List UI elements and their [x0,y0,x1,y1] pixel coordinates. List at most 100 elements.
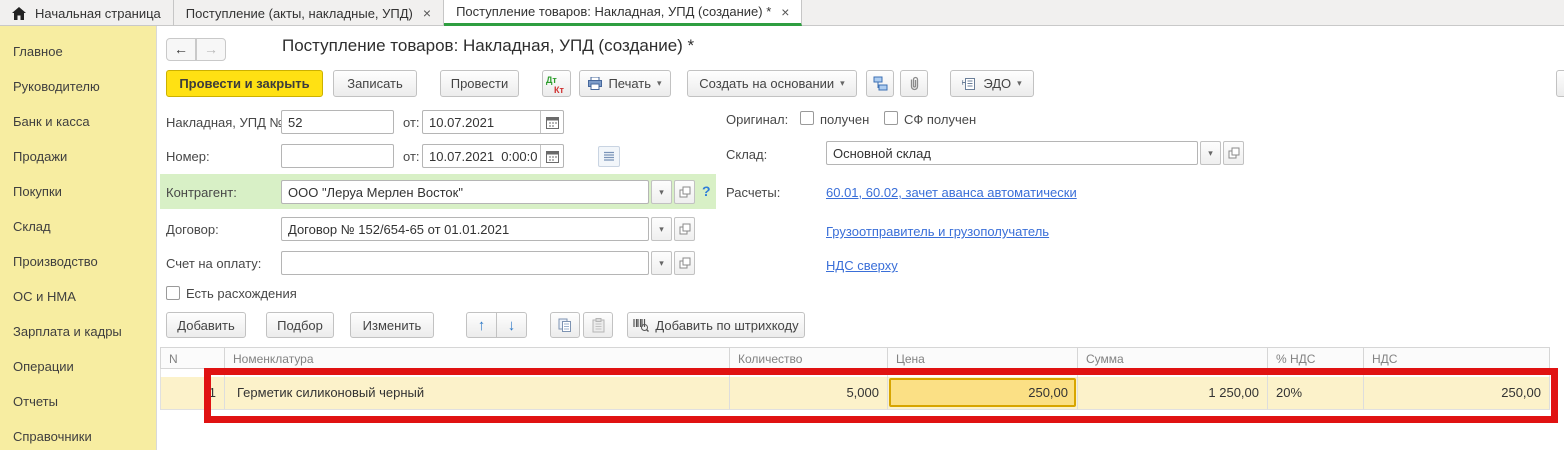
contractor-input[interactable] [281,180,649,204]
cell-row-number[interactable]: 1 [160,377,225,410]
number-input[interactable] [281,144,394,168]
copy-rows-button[interactable] [550,312,580,338]
sidebar-item-prodazhi[interactable]: Продажи [0,139,156,174]
sidebar-item-operacii[interactable]: Операции [0,349,156,384]
tab-bar: Начальная страница Поступление (акты, на… [0,0,1564,26]
cell-quantity[interactable]: 5,000 [730,377,888,410]
settlements-link[interactable]: 60.01, 60.02, зачет аванса автоматически [826,185,1077,200]
tab-label: Начальная страница [35,6,161,21]
contractor-open-button[interactable] [674,180,695,204]
original-label: Оригинал: [726,112,788,127]
warehouse-dropdown-button[interactable]: ▾ [1200,141,1221,165]
arrow-down-icon: ↓ [508,317,516,334]
paste-rows-button[interactable] [583,312,613,338]
table-row[interactable]: 1 Герметик силиконовый черный 5,000 250,… [160,377,1550,410]
discrepancies-checkbox[interactable] [166,286,180,300]
column-header-n[interactable]: N [160,347,225,369]
dt-kt-postings-button[interactable]: Дт Кт [542,70,571,97]
cell-sum[interactable]: 1 250,00 [1078,377,1268,410]
add-row-button[interactable]: Добавить [166,312,246,338]
column-header-vat-rate[interactable]: % НДС [1268,347,1364,369]
cell-nomenclature[interactable]: Герметик силиконовый черный [225,377,730,410]
tab-label: Поступление (акты, накладные, УПД) [186,6,413,21]
sf-received-checkbox[interactable] [884,111,898,125]
print-button[interactable]: Печать ▾ [579,70,671,97]
forward-button[interactable]: → [196,38,226,61]
invoice-no-input[interactable] [281,110,394,134]
chevron-down-icon: ▾ [659,258,664,269]
home-icon [12,7,26,20]
pick-button[interactable]: Подбор [266,312,334,338]
attachments-button[interactable] [900,70,928,97]
save-button[interactable]: Записать [333,70,417,97]
cell-price[interactable]: 250,00 [888,377,1078,410]
more-actions-button-partial[interactable] [1556,70,1564,97]
original-received-checkbox[interactable] [800,111,814,125]
invoice-for-payment-open-button[interactable] [674,251,695,275]
invoice-for-payment-input[interactable] [281,251,649,275]
table-header-row: N Номенклатура Количество Цена Сумма % Н… [160,347,1550,369]
report-structure-button[interactable] [866,70,894,97]
paste-icon [592,318,605,333]
contractor-dropdown-button[interactable]: ▾ [651,180,672,204]
calendar-icon[interactable] [540,111,563,133]
chevron-down-icon: ▾ [1208,148,1213,159]
printer-icon [588,77,602,90]
add-by-barcode-button[interactable]: Добавить по штрихкоду [627,312,805,338]
tab-postuplenie-list[interactable]: Поступление (акты, накладные, УПД) × [174,0,444,26]
sidebar-item-os-i-nma[interactable]: ОС и НМА [0,279,156,314]
sidebar-item-pokupki[interactable]: Покупки [0,174,156,209]
tab-postuplenie-tovarov[interactable]: Поступление товаров: Накладная, УПД (соз… [444,0,802,26]
edo-button[interactable]: ЭДО ▾ [950,70,1034,97]
cell-vat[interactable]: 250,00 [1364,377,1550,410]
move-down-button[interactable]: ↓ [496,312,527,338]
copy-icon [558,318,572,333]
table-subheader-strip [160,369,1550,377]
sidebar-item-spravochniki[interactable]: Справочники [0,419,156,454]
column-header-quantity[interactable]: Количество [730,347,888,369]
warehouse-input[interactable] [826,141,1198,165]
edit-button[interactable]: Изменить [350,312,434,338]
contract-input[interactable] [281,217,649,241]
invoice-for-payment-dropdown-button[interactable]: ▾ [651,251,672,275]
from-label: от: [403,149,420,164]
column-header-sum[interactable]: Сумма [1078,347,1268,369]
help-icon[interactable]: ? [702,183,711,199]
back-button[interactable]: ← [166,38,196,61]
post-button[interactable]: Провести [440,70,519,97]
settlements-label: Расчеты: [726,185,780,200]
column-header-price[interactable]: Цена [888,347,1078,369]
tab-home[interactable]: Начальная страница [0,0,174,26]
number-label: Номер: [166,149,210,164]
discrepancies-label: Есть расхождения [186,286,297,301]
contract-open-button[interactable] [674,217,695,241]
document-list-icon[interactable] [598,146,620,167]
selected-cell-price[interactable]: 250,00 [889,378,1076,407]
structure-icon [873,76,888,91]
invoice-no-label: Накладная, УПД №: [166,115,287,130]
chevron-down-icon: ▾ [1017,78,1022,89]
contract-dropdown-button[interactable]: ▾ [651,217,672,241]
move-up-button[interactable]: ↑ [466,312,497,338]
sidebar-item-proizvodstvo[interactable]: Производство [0,244,156,279]
sidebar-item-bank-i-kassa[interactable]: Банк и касса [0,104,156,139]
calendar-icon[interactable] [540,145,563,167]
column-header-nomenclature[interactable]: Номенклатура [225,347,730,369]
chevron-down-icon: ▾ [659,224,664,235]
close-icon[interactable]: × [423,5,431,21]
create-based-on-button[interactable]: Создать на основании ▾ [687,70,857,97]
sidebar-item-zarplata-i-kadry[interactable]: Зарплата и кадры [0,314,156,349]
sidebar-item-glavnoe[interactable]: Главное [0,34,156,69]
vat-on-top-link[interactable]: НДС сверху [826,258,898,273]
sidebar-item-otchety[interactable]: Отчеты [0,384,156,419]
close-icon[interactable]: × [781,4,789,20]
post-and-close-button[interactable]: Провести и закрыть [166,70,323,97]
sidebar-item-sklad[interactable]: Склад [0,209,156,244]
consignor-consignee-link[interactable]: Грузоотправитель и грузополучатель [826,224,1049,239]
edo-document-icon [962,77,977,91]
warehouse-open-button[interactable] [1223,141,1244,165]
cell-vat-rate[interactable]: 20% [1268,377,1364,410]
sidebar-item-rukovoditelyu[interactable]: Руководителю [0,69,156,104]
chevron-down-icon: ▾ [659,187,664,198]
column-header-vat[interactable]: НДС [1364,347,1550,369]
